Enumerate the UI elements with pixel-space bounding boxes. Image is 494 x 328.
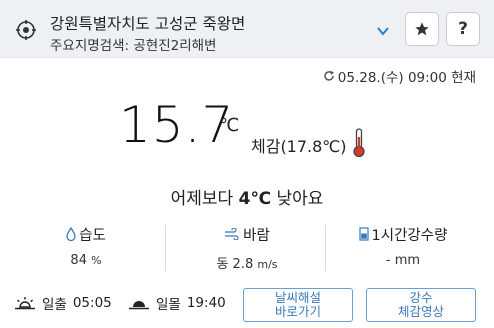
compare-suffix: 낮아요 [276,189,324,209]
landmark-search: 주요지명검색: 공현진2리해변 [50,38,217,54]
rain-value: - mm [385,253,421,268]
sunset: 일몰 19:40 [128,293,226,313]
weather-stats: 습도 84 % 바람 동 2.8 m/s 1시간강수량 - mm [0,223,494,275]
sunset-icon [129,301,149,310]
feels-like: 체감(17.8℃) [251,137,347,156]
observation-time-text: 05.28.(수) 09:00 현재 [337,70,476,86]
sunrise: 일출 05:05 [14,293,112,313]
observation-time: 05.28.(수) 09:00 현재 [323,66,476,86]
humidity-value: 84 [70,253,87,268]
humidity-label: 습도 [79,227,106,244]
rain-gauge-icon [358,227,369,241]
thermometer-icon [353,128,365,158]
wind-value: 동 2.8 [216,257,254,272]
sunrise-time: 05:05 [72,295,112,311]
wind-stat: 바람 동 2.8 m/s [167,223,327,273]
refresh-icon[interactable] [323,70,335,82]
stat-divider [165,225,166,271]
sunrise-icon [15,297,35,310]
video-line1: 강수 [409,290,433,305]
water-drop-icon [66,227,76,241]
precip-feel-video-button[interactable]: 강수 체감영상 [366,288,476,322]
video-line2: 체감영상 [397,304,444,319]
weather-commentary-button[interactable]: 날씨해설 바로가기 [243,288,353,322]
commentary-line2: 바로가기 [274,304,321,319]
humidity-stat: 습도 84 % [6,223,166,268]
rain-stat: 1시간강수량 - mm [323,223,483,268]
compare-prefix: 어제보다 [170,189,234,209]
location-selector[interactable]: 강원특별자치도 고성군 죽왕면 주요지명검색: 공현진2리해변 [4,7,396,54]
sunset-time: 19:40 [186,295,226,311]
wind-label: 바람 [243,227,270,244]
favorite-button[interactable] [405,12,439,46]
wind-unit: m/s [257,258,278,271]
compare-yesterday: 어제보다 4℃ 낮아요 [0,184,494,209]
wind-icon [225,228,239,240]
compare-value: 4℃ [238,189,272,209]
sunset-label: 일몰 [156,297,181,313]
chevron-down-icon [377,27,389,36]
temperature-unit: ℃ [219,115,240,136]
location-bar: 강원특별자치도 고성군 죽왕면 주요지명검색: 공현진2리해변 ? [0,0,494,58]
location-name: 강원특별자치도 고성군 죽왕면 [50,15,246,33]
help-button[interactable]: ? [446,12,480,46]
current-temperature: 15.7 [119,96,235,154]
commentary-line1: 날씨해설 [274,290,321,305]
rain-label: 1시간강수량 [371,227,448,244]
humidity-unit: % [91,254,102,267]
star-icon [415,22,429,36]
location-target-icon [16,20,36,40]
sunrise-label: 일출 [42,297,67,313]
